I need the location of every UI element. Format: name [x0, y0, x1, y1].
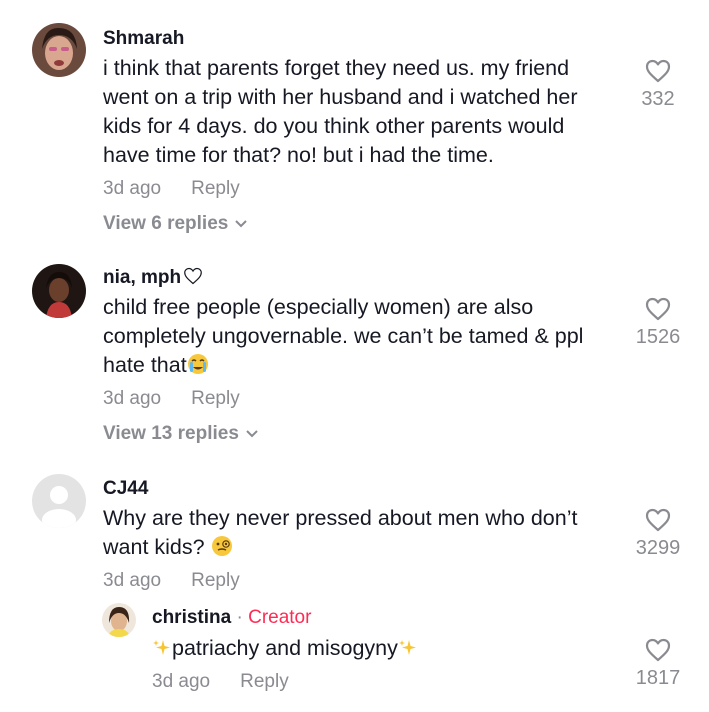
separator-dot: · — [236, 607, 243, 628]
view-replies-button[interactable]: View 6 replies — [103, 212, 248, 236]
like-area: 3299 — [623, 508, 693, 560]
reply-username-row: christina · Creator — [152, 606, 311, 630]
sparkles-icon — [398, 640, 416, 655]
comment-username[interactable]: nia, mph — [103, 267, 181, 288]
sparkles-icon — [153, 640, 170, 655]
comment-text-line: child free people (especially women) are… — [103, 295, 534, 319]
like-count: 332 — [641, 88, 675, 110]
comment-text-line: have time for that? no! but i had the ti… — [103, 143, 494, 167]
chevron-down-icon — [246, 430, 258, 438]
like-area: 332 — [623, 59, 693, 111]
heart-emoji-icon — [184, 267, 202, 285]
comment-text-line-row: hate that — [103, 351, 209, 380]
heart-icon[interactable] — [645, 508, 671, 532]
comment-username[interactable]: CJ44 — [103, 477, 148, 501]
comment-username[interactable]: Shmarah — [103, 27, 184, 51]
heart-icon[interactable] — [645, 59, 671, 83]
avatar[interactable] — [102, 603, 136, 637]
comment-text-line: hate that — [103, 353, 187, 377]
comment-meta: 3d ago Reply — [103, 387, 240, 411]
creator-badge: Creator — [248, 607, 312, 628]
comment-text-line-row: want kids? — [103, 533, 233, 562]
like-count: 1817 — [635, 667, 681, 689]
comment-text-line: Why are they never pressed about men who… — [103, 506, 578, 530]
comment-meta: 3d ago Reply — [103, 569, 240, 593]
crying-face-emoji-icon — [187, 354, 208, 374]
reply-username[interactable]: christina — [152, 607, 231, 628]
reply-button[interactable]: Reply — [191, 388, 240, 409]
reply-timestamp: 3d ago — [152, 671, 211, 692]
heart-icon[interactable] — [645, 297, 671, 321]
comment-text-line: completely ungovernable. we can’t be tam… — [103, 324, 584, 348]
face-with-monocle-emoji-icon — [211, 536, 232, 556]
like-count: 3299 — [635, 537, 681, 559]
reply-button[interactable]: Reply — [191, 570, 240, 591]
reply-text: patriachy and misogyny — [172, 636, 398, 660]
comment-meta: 3d ago Reply — [103, 177, 240, 201]
heart-icon[interactable] — [645, 638, 671, 662]
comment-username-row: nia, mph — [103, 266, 203, 290]
comment-text-line: i think that parents forget they need us… — [103, 56, 570, 80]
comment-text-line: went on a trip with her husband and i wa… — [103, 85, 578, 109]
like-count: 1526 — [635, 326, 681, 348]
comment-text-line: kids for 4 days. do you think other pare… — [103, 114, 565, 138]
reply-text-row: patriachy and misogyny — [152, 634, 418, 663]
avatar[interactable] — [32, 474, 86, 528]
like-area: 1817 — [623, 638, 693, 690]
comment-timestamp: 3d ago — [103, 388, 162, 409]
view-replies-button[interactable]: View 13 replies — [103, 422, 259, 446]
like-area: 1526 — [623, 297, 693, 349]
reply-meta: 3d ago Reply — [152, 670, 289, 694]
view-replies-label: View 13 replies — [103, 423, 239, 444]
reply-button[interactable]: Reply — [240, 671, 289, 692]
chevron-down-icon — [235, 220, 248, 228]
comment-timestamp: 3d ago — [103, 178, 162, 199]
view-replies-label: View 6 replies — [103, 213, 229, 234]
comment-timestamp: 3d ago — [103, 570, 162, 591]
avatar[interactable] — [32, 23, 86, 77]
comment-text-line: want kids? — [103, 535, 205, 559]
avatar[interactable] — [32, 264, 86, 318]
reply-button[interactable]: Reply — [191, 178, 240, 199]
